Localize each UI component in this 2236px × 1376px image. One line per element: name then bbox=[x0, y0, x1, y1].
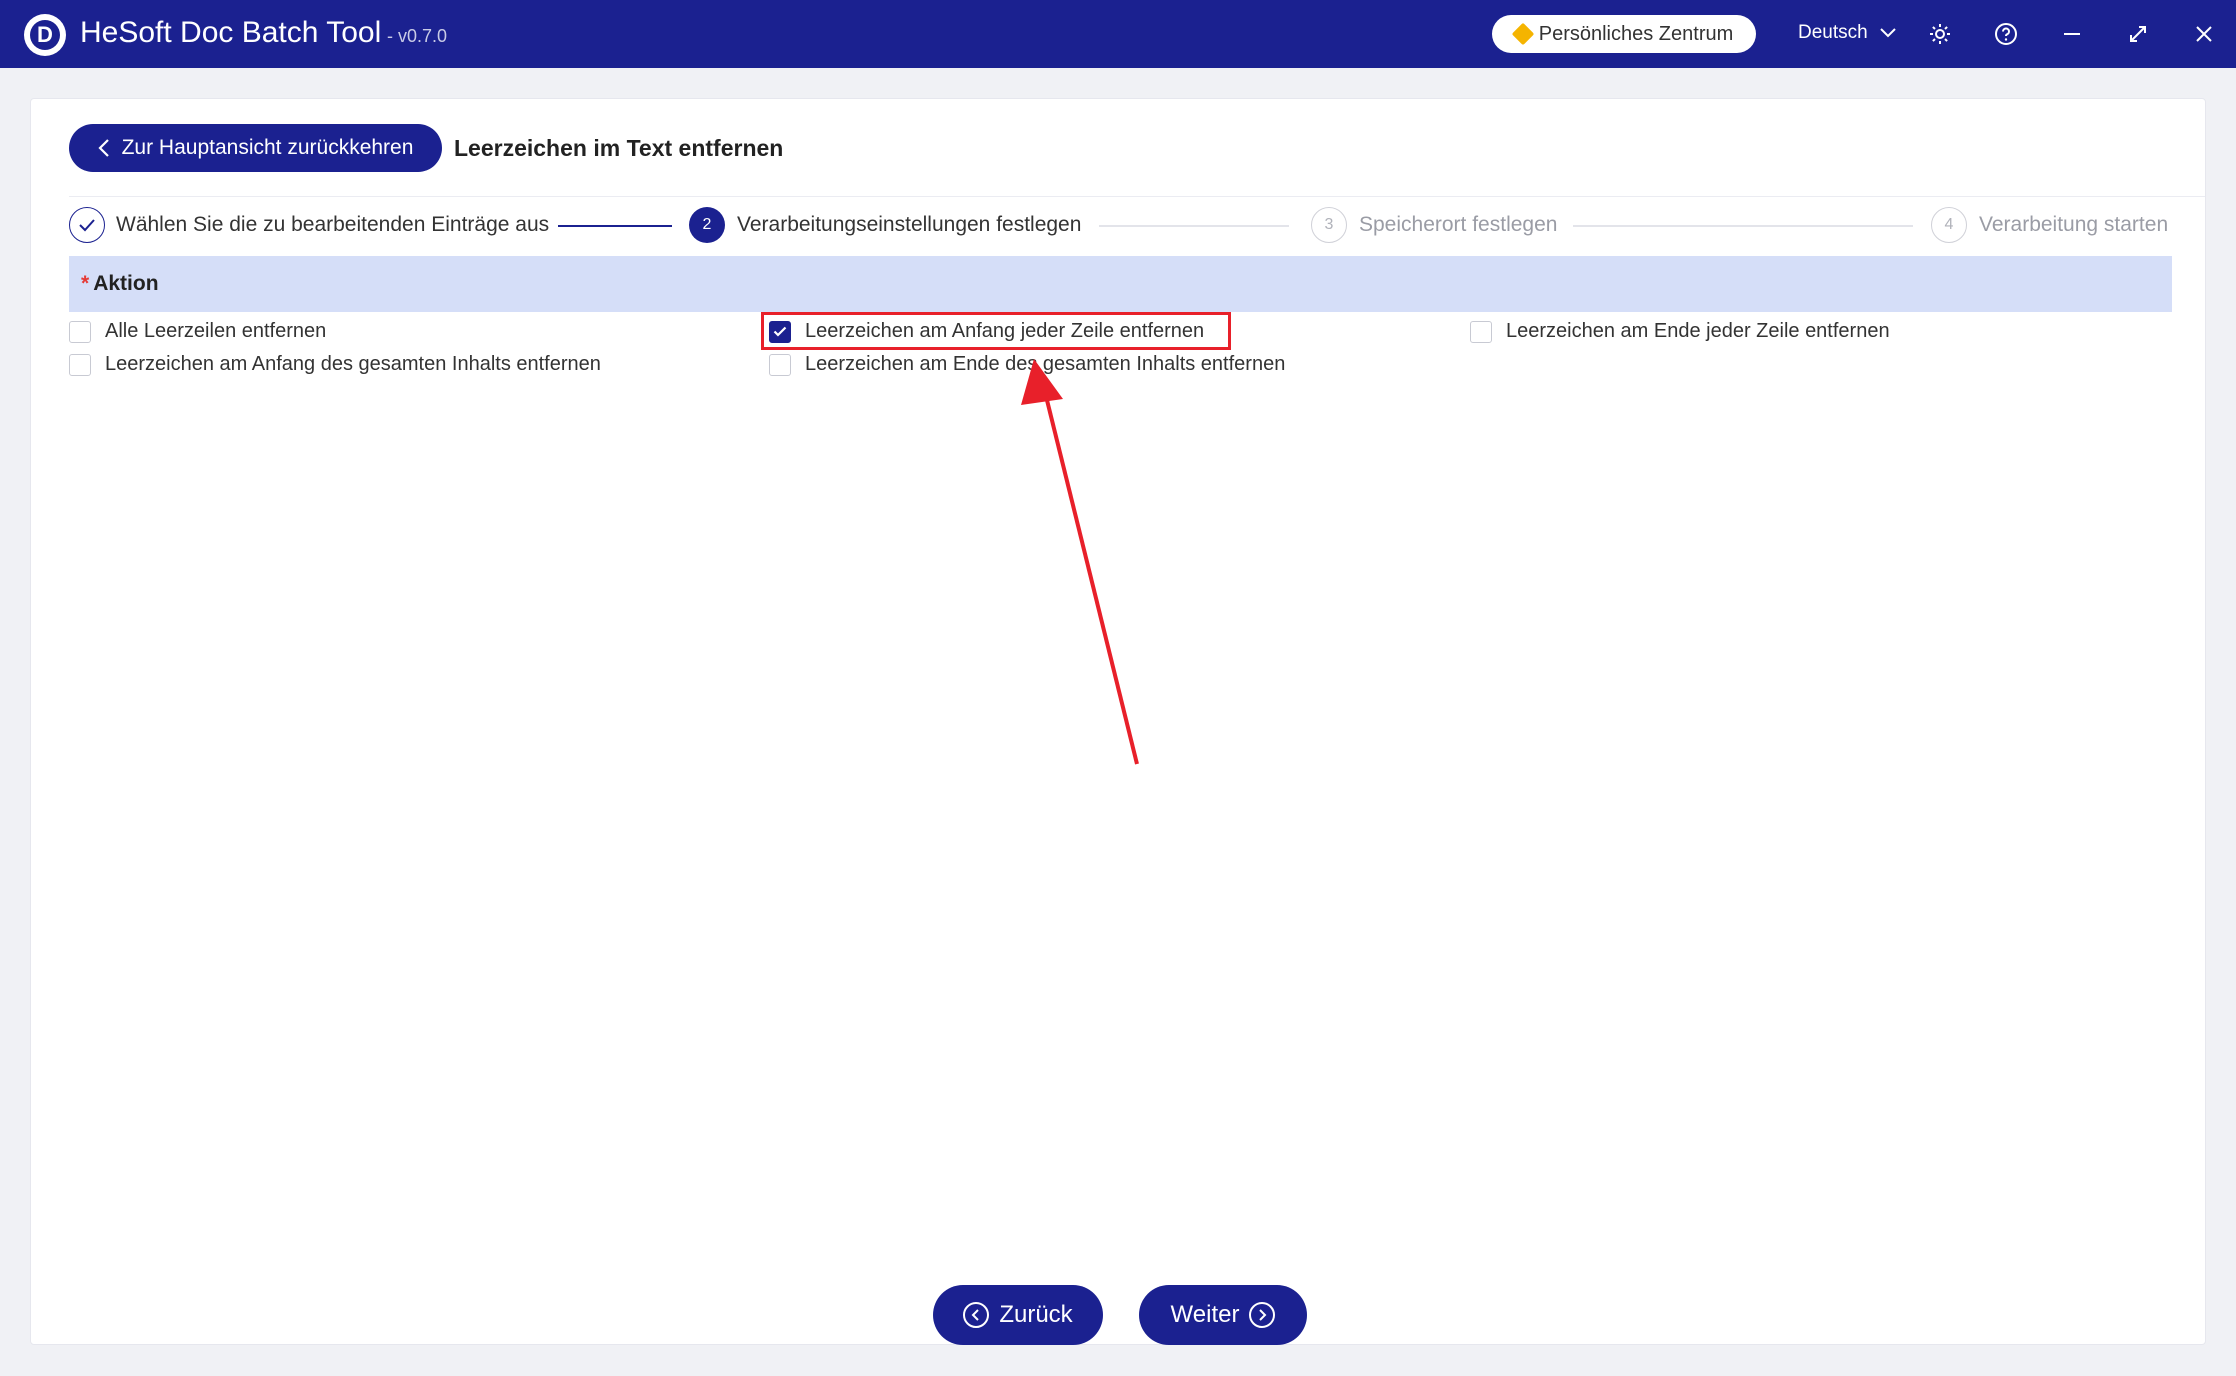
chevron-left-icon bbox=[98, 139, 109, 157]
content-panel: Zur Hauptansicht zurückkehren Leerzeiche… bbox=[30, 98, 2206, 1345]
section-title: * Aktion bbox=[81, 272, 159, 296]
back-label: Zurück bbox=[999, 1301, 1073, 1328]
checkbox[interactable] bbox=[769, 353, 791, 376]
option-remove-trailing-spaces-each-line[interactable]: Leerzeichen am Ende jeder Zeile entferne… bbox=[1470, 320, 1890, 343]
option-remove-empty-lines[interactable]: Alle Leerzeilen entfernen bbox=[69, 320, 326, 343]
section-label: Aktion bbox=[93, 272, 159, 295]
language-label: Deutsch bbox=[1798, 22, 1868, 43]
header-divider bbox=[69, 196, 2205, 197]
chevron-down-icon bbox=[1879, 28, 1896, 38]
highlight-box bbox=[761, 312, 1231, 350]
option-label: Leerzeichen am Anfang des gesamten Inhal… bbox=[105, 353, 601, 375]
next-label: Weiter bbox=[1170, 1301, 1240, 1328]
main-area: Zur Hauptansicht zurückkehren Leerzeiche… bbox=[0, 68, 2236, 1376]
gear-icon[interactable] bbox=[1924, 18, 1956, 50]
checkbox[interactable] bbox=[69, 353, 91, 376]
step-connector bbox=[558, 225, 672, 227]
option-label: Leerzeichen am Ende jeder Zeile entferne… bbox=[1506, 320, 1890, 342]
step-connector bbox=[1099, 225, 1289, 227]
page-title: Leerzeichen im Text entfernen bbox=[454, 135, 784, 161]
option-label: Alle Leerzeilen entfernen bbox=[105, 320, 327, 342]
diamond-icon bbox=[1511, 22, 1535, 46]
next-button[interactable]: Weiter bbox=[1139, 1285, 1307, 1345]
help-icon[interactable] bbox=[1990, 18, 2022, 50]
chevron-right-circle-icon bbox=[1249, 1302, 1276, 1328]
step-4-number: 4 bbox=[1931, 207, 1967, 243]
back-button[interactable]: Zurück bbox=[933, 1285, 1103, 1345]
back-to-main-label: Zur Hauptansicht zurückkehren bbox=[121, 136, 414, 159]
step-1-check-icon bbox=[69, 207, 105, 243]
step-2-label: Verarbeitungseinstellungen festlegen bbox=[737, 213, 1082, 236]
step-4-label: Verarbeitung starten bbox=[1979, 213, 2169, 236]
option-remove-leading-spaces-content[interactable]: Leerzeichen am Anfang des gesamten Inhal… bbox=[69, 353, 601, 376]
app-logo: D bbox=[24, 14, 66, 56]
user-center-label: Persönliches Zentrum bbox=[1538, 22, 1734, 45]
required-mark: * bbox=[81, 272, 90, 295]
step-1-label: Wählen Sie die zu bearbeitenden Einträge… bbox=[116, 213, 550, 236]
option-remove-trailing-spaces-content[interactable]: Leerzeichen am Ende des gesamten Inhalts… bbox=[769, 353, 1285, 376]
step-3-number: 3 bbox=[1311, 207, 1347, 243]
app-title: HeSoft Doc Batch Tool bbox=[80, 16, 382, 49]
close-icon[interactable] bbox=[2188, 18, 2220, 50]
back-to-main-button[interactable]: Zur Hauptansicht zurückkehren bbox=[69, 124, 442, 172]
language-select[interactable]: Deutsch bbox=[1798, 22, 1896, 44]
minimize-icon[interactable] bbox=[2056, 18, 2088, 50]
action-section-header: * Aktion bbox=[69, 256, 2172, 312]
step-connector bbox=[1573, 225, 1913, 227]
step-3-label: Speicherort festlegen bbox=[1359, 213, 1558, 236]
checkbox[interactable] bbox=[69, 320, 91, 343]
app-version: - v0.7.0 bbox=[387, 26, 448, 46]
title-bar: D HeSoft Doc Batch Tool - v0.7.0 Persönl… bbox=[0, 0, 2236, 68]
step-2-number: 2 bbox=[689, 207, 725, 243]
user-center-button[interactable]: Persönliches Zentrum bbox=[1492, 15, 1756, 53]
chevron-left-circle-icon bbox=[963, 1302, 990, 1328]
option-label: Leerzeichen am Ende des gesamten Inhalts… bbox=[805, 353, 1286, 375]
scrollbar[interactable] bbox=[2222, 98, 2230, 1338]
checkbox[interactable] bbox=[1470, 320, 1492, 343]
maximize-icon[interactable] bbox=[2122, 18, 2154, 50]
